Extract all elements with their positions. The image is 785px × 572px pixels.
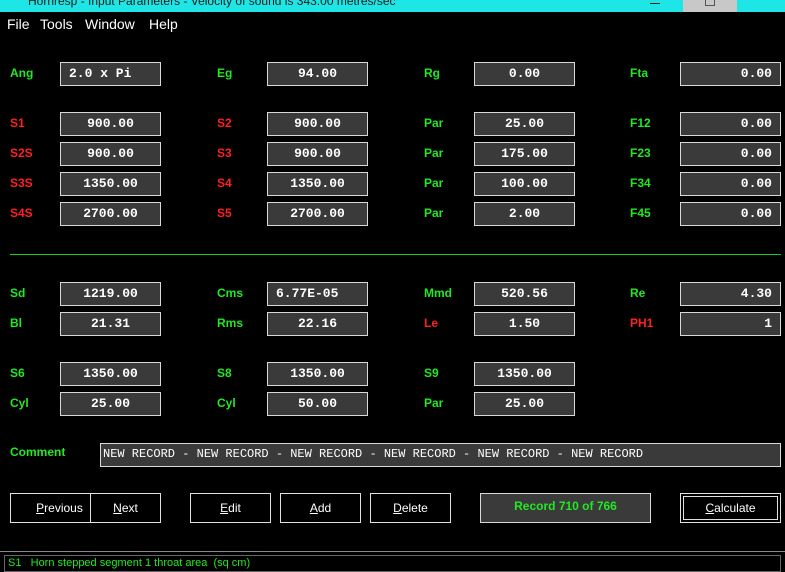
param-field[interactable]: 1.50 [474,312,575,336]
record-indicator: Record 710 of 766 [480,493,651,523]
minimize-button[interactable] [628,0,682,12]
param-label: Fta [630,66,648,80]
param-label: Par [424,206,444,220]
param-label: S1 [10,116,25,130]
param-field[interactable]: 900.00 [60,112,161,136]
param-field[interactable]: 50.00 [267,392,368,416]
param-field[interactable]: 25.00 [60,392,161,416]
delete-button[interactable]: Delete [370,493,451,523]
param-field[interactable]: 25.00 [474,112,575,136]
param-label: Le [424,316,439,330]
param-field[interactable]: 175.00 [474,142,575,166]
param-label: Bl [10,316,22,330]
param-label: PH1 [630,316,654,330]
param-field[interactable]: 1219.00 [60,282,161,306]
param-field[interactable]: 100.00 [474,172,575,196]
param-field[interactable]: 1350.00 [60,172,161,196]
param-label: Par [424,396,444,410]
param-label: Re [630,286,646,300]
param-label: Ang [10,66,34,80]
param-label: Sd [10,286,26,300]
status-bar: S1 Horn stepped segment 1 throat area (s… [0,551,785,572]
param-field[interactable]: 1350.00 [267,362,368,386]
param-field[interactable]: 520.56 [474,282,575,306]
maximize-icon [705,0,715,6]
param-label: Eg [217,66,233,80]
param-label: Par [424,146,444,160]
menu-help[interactable]: Help [149,16,178,32]
param-field[interactable]: 2.00 [474,202,575,226]
param-field[interactable]: 2700.00 [267,202,368,226]
param-label: S9 [424,366,439,380]
param-label: Cms [217,286,244,300]
param-label: Mmd [424,286,452,300]
param-label: F45 [630,206,651,220]
add-button[interactable]: Add [280,493,361,523]
param-label: S5 [217,206,232,220]
param-field[interactable]: 0.00 [680,112,781,136]
title-bar: Hornresp - Input Parameters - Velocity o… [0,0,785,12]
menu-file[interactable]: File [7,16,30,32]
param-field[interactable]: 21.31 [60,312,161,336]
param-label: Cyl [217,396,236,410]
param-field[interactable]: 1350.00 [474,362,575,386]
param-field[interactable]: 2700.00 [60,202,161,226]
param-label: S4S [10,206,33,220]
param-label: F34 [630,176,651,190]
param-label: S6 [10,366,25,380]
close-button[interactable] [738,0,785,12]
param-label: Par [424,176,444,190]
comment-field[interactable]: NEW RECORD - NEW RECORD - NEW RECORD - N… [100,443,781,467]
status-text: S1 Horn stepped segment 1 throat area (s… [4,555,781,572]
param-field[interactable]: 2.0 x Pi [60,62,161,86]
param-field[interactable]: 0.00 [680,202,781,226]
param-field[interactable]: 0.00 [474,62,575,86]
param-field[interactable]: 25.00 [474,392,575,416]
calculate-button[interactable]: Calculate [680,493,781,523]
comment-label: Comment [10,445,66,459]
maximize-button[interactable] [683,0,737,12]
param-field[interactable]: 900.00 [267,142,368,166]
next-button[interactable]: Next [90,493,161,523]
param-label: S2S [10,146,33,160]
param-field[interactable]: 4.30 [680,282,781,306]
menu-bar: File Tools Window Help [0,12,785,36]
param-field[interactable]: 0.00 [680,62,781,86]
menu-window[interactable]: Window [85,16,135,32]
param-label: S4 [217,176,232,190]
param-label: F23 [630,146,651,160]
param-label: Rms [217,316,244,330]
param-field[interactable]: 94.00 [267,62,368,86]
edit-button[interactable]: Edit [190,493,271,523]
section-divider [10,254,781,255]
minimize-icon [650,3,660,4]
param-field[interactable]: 1350.00 [267,172,368,196]
param-label: S3S [10,176,33,190]
param-field[interactable]: 22.16 [267,312,368,336]
menu-tools[interactable]: Tools [40,16,73,32]
param-field[interactable]: 0.00 [680,142,781,166]
param-label: Rg [424,66,440,80]
param-label: S2 [217,116,232,130]
param-field[interactable]: 1 [680,312,781,336]
param-label: Par [424,116,444,130]
param-label: F12 [630,116,651,130]
param-field[interactable]: 900.00 [267,112,368,136]
param-label: S8 [217,366,232,380]
param-field[interactable]: 0.00 [680,172,781,196]
param-label: Cyl [10,396,29,410]
param-field[interactable]: 6.77E-05 [267,282,368,306]
window-title: Hornresp - Input Parameters - Velocity o… [28,0,396,8]
param-field[interactable]: 900.00 [60,142,161,166]
param-field[interactable]: 1350.00 [60,362,161,386]
param-label: S3 [217,146,232,160]
